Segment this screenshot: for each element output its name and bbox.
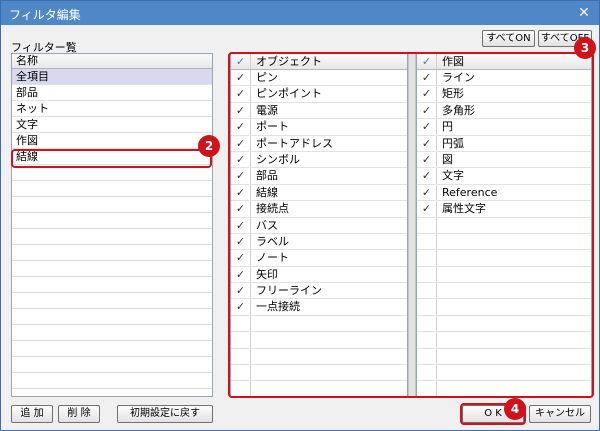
filter-list-item[interactable]: 文字 [12, 117, 212, 133]
annotation-box-3 [228, 52, 594, 398]
filter-list-empty-row [12, 245, 212, 261]
delete-button[interactable]: 削 除 [58, 405, 100, 423]
reset-defaults-button[interactable]: 初期設定に戻す [117, 405, 213, 423]
filter-list-item[interactable]: 作図 [12, 133, 212, 149]
filter-edit-dialog: フィルタ編集 ✕ フィルター覧 すべてON すべてOFF 名称 全項目 部品 ネット… [0, 0, 600, 431]
filter-list-empty-row [12, 309, 212, 325]
filter-list-empty-row [12, 181, 212, 197]
window-title: フィルタ編集 [9, 8, 81, 22]
filter-list-empty-row [12, 293, 212, 309]
annotation-box-2 [11, 149, 212, 168]
filter-list-empty-row [12, 197, 212, 213]
filter-list-empty-row [12, 325, 212, 341]
filter-list-item[interactable]: 全項目 [12, 69, 212, 85]
annotation-badge-3: 3 [574, 37, 596, 59]
close-icon[interactable]: ✕ [575, 4, 593, 22]
filter-list-empty-row [12, 213, 212, 229]
cancel-button[interactable]: キャンセル [529, 405, 591, 423]
filter-list-empty-row [12, 229, 212, 245]
filter-list: 名称 全項目 部品 ネット 文字 作図 結線 [11, 53, 213, 397]
filter-list-empty-row [12, 373, 212, 389]
filter-list-empty-row [12, 277, 212, 293]
add-button[interactable]: 追 加 [11, 405, 53, 423]
filter-list-item[interactable]: ネット [12, 101, 212, 117]
title-bar: フィルタ編集 ✕ [1, 1, 599, 25]
annotation-badge-2: 2 [198, 135, 220, 157]
filter-list-item[interactable]: 部品 [12, 85, 212, 101]
all-on-button[interactable]: すべてON [482, 30, 535, 47]
filter-list-empty-row [12, 357, 212, 373]
filter-list-empty-row [12, 261, 212, 277]
filter-list-header: 名称 [12, 54, 212, 69]
filter-list-empty-row [12, 341, 212, 357]
annotation-badge-4: 4 [504, 398, 526, 420]
